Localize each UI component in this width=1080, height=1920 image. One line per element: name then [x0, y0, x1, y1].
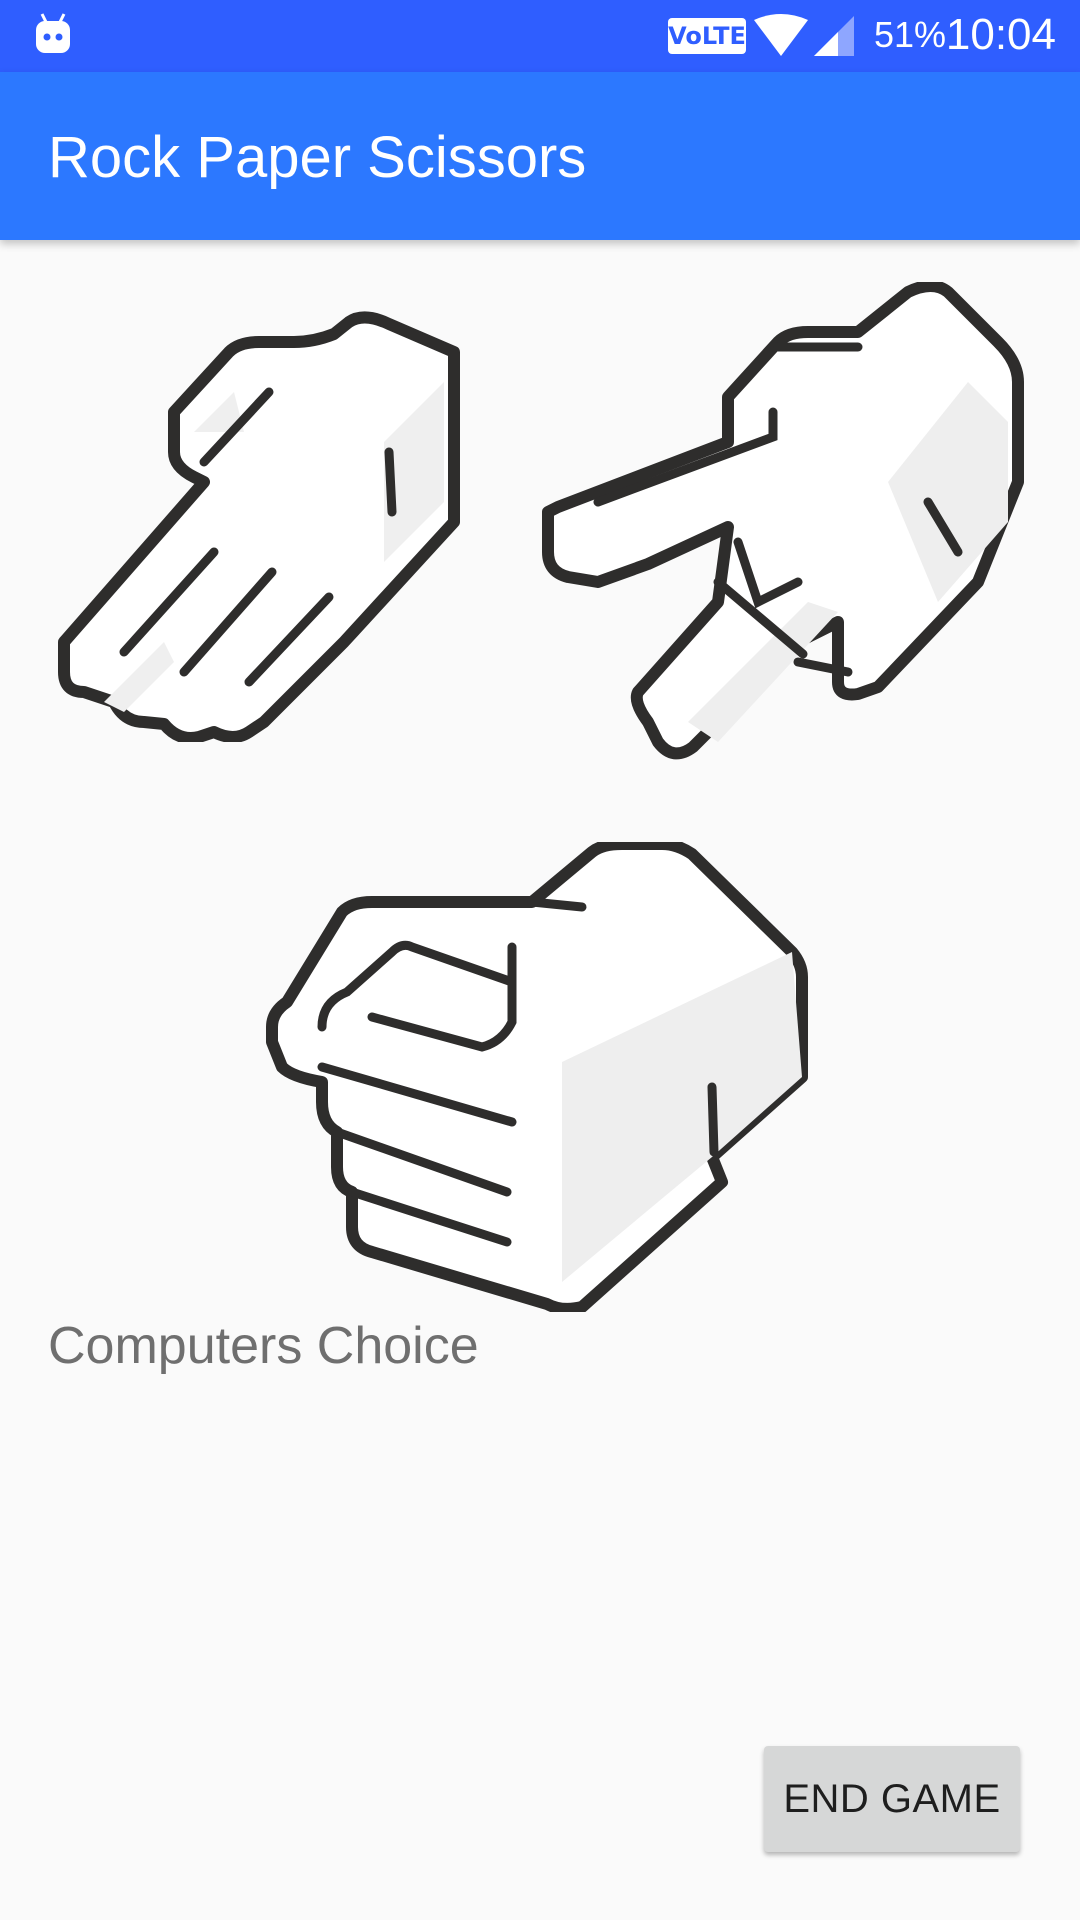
volte-badge: VoLTE	[668, 18, 746, 54]
page-title: Rock Paper Scissors	[48, 125, 587, 190]
clock: 10:04	[945, 10, 1056, 59]
rock-fist-icon	[266, 842, 808, 1312]
cell-signal-icon	[814, 16, 854, 56]
paper-hand-icon	[58, 311, 460, 742]
end-game-button[interactable]: END GAME	[764, 1746, 1020, 1852]
android-bot-icon	[36, 13, 70, 53]
app-bar: Rock Paper Scissors	[0, 72, 1080, 240]
wifi-icon	[754, 14, 808, 56]
scissors-hand-icon	[542, 282, 1024, 760]
computers-choice-label: Computers Choice	[48, 1317, 479, 1375]
rock-choice-button[interactable]	[262, 842, 822, 1312]
battery-percent: 51%	[874, 14, 947, 55]
scissors-choice-button[interactable]	[538, 282, 1038, 782]
paper-choice-button[interactable]	[44, 282, 544, 742]
status-bar: VoLTE 51% 10:04	[0, 0, 1080, 72]
